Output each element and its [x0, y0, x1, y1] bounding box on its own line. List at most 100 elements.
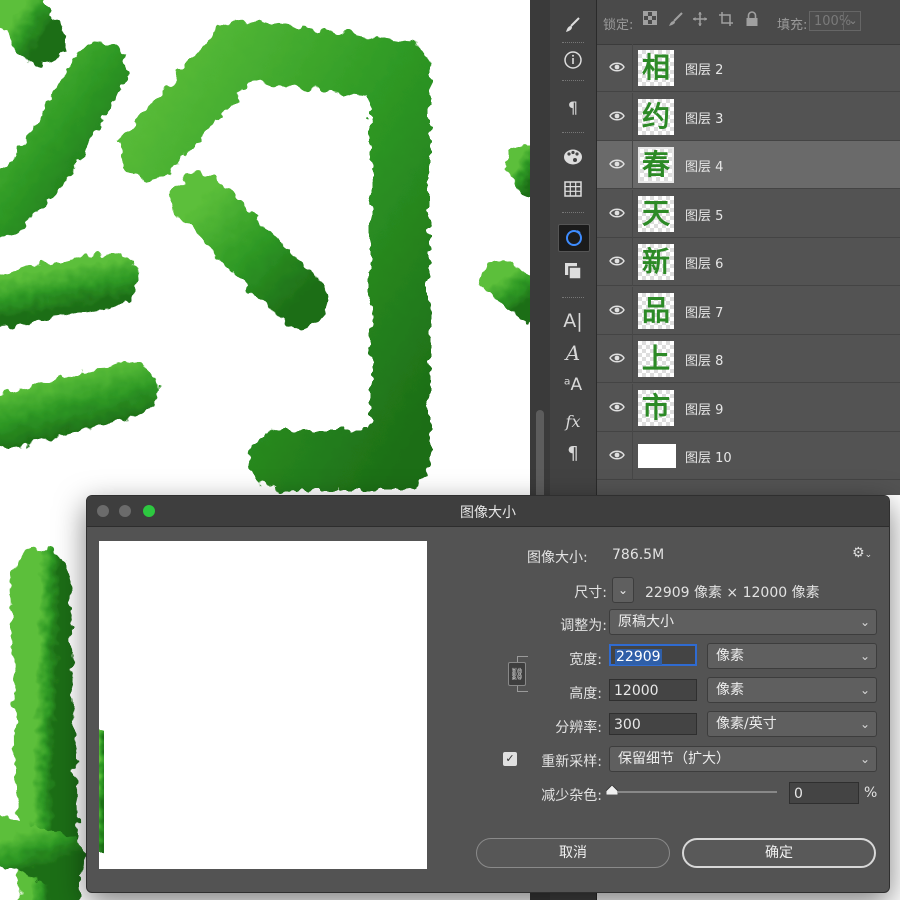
width-input[interactable]: 22909: [609, 644, 697, 666]
fill-dropdown-chevron-icon[interactable]: ⌄: [843, 12, 862, 30]
swatches-palette-icon[interactable]: [558, 144, 588, 170]
fit-to-label: 调整为:: [560, 618, 607, 634]
resolution-value: 300: [614, 717, 641, 733]
panel-grip[interactable]: [562, 80, 584, 83]
layer-thumbnail[interactable]: 上: [638, 341, 674, 377]
info-icon[interactable]: [558, 47, 588, 73]
fill-label: 填充:: [777, 18, 808, 33]
cancel-button[interactable]: 取消: [476, 838, 670, 868]
resample-label: 重新采样:: [541, 754, 602, 770]
panel-grip[interactable]: [562, 42, 584, 45]
layer-name[interactable]: 图层 7: [685, 302, 723, 321]
visibility-eye-icon[interactable]: [609, 351, 625, 365]
layers-panel: 锁定: 填充: 100% ⌄ 相图层 2 约图层 3 春图层 4 天图层 5 新图层 6…: [597, 0, 900, 495]
ok-button[interactable]: 确定: [682, 838, 876, 868]
visibility-eye-icon[interactable]: [609, 206, 625, 220]
layer-thumbnail[interactable]: 约: [638, 98, 674, 135]
layer-name[interactable]: 图层 3: [685, 108, 723, 127]
resolution-unit-value: 像素/英寸: [716, 716, 777, 732]
panel-grip[interactable]: [562, 212, 584, 215]
layer-name[interactable]: 图层 10: [685, 447, 732, 466]
height-value: 12000: [614, 683, 659, 699]
layer-row[interactable]: 新图层 6: [597, 238, 900, 286]
dimensions-unit-dropdown[interactable]: ⌄: [612, 577, 634, 603]
height-input[interactable]: 12000: [609, 679, 697, 701]
layer-name[interactable]: 图层 6: [685, 253, 723, 272]
layer-name[interactable]: 图层 2: [685, 59, 723, 78]
height-label: 高度:: [569, 686, 602, 702]
image-size-dialog: 图像大小 图像大小: 786.5M ⚙⌄ 尺寸: ⌄ 22909 像素 × 12…: [86, 495, 890, 893]
paragraph-styles-icon[interactable]: ¶: [558, 94, 588, 120]
visibility-eye-icon[interactable]: [609, 448, 625, 462]
layer-row[interactable]: 品图层 7: [597, 286, 900, 335]
layer-row[interactable]: 约图层 3: [597, 92, 900, 141]
settings-gear-icon[interactable]: ⚙⌄: [852, 545, 872, 561]
layer-row[interactable]: 上图层 8: [597, 335, 900, 383]
visibility-eye-icon[interactable]: [609, 303, 625, 317]
grid-table-icon[interactable]: [558, 176, 588, 202]
resolution-label: 分辨率:: [555, 720, 602, 736]
chevron-down-icon: ⌄: [859, 752, 870, 766]
lock-transparent-pixels-icon[interactable]: [641, 11, 659, 29]
lock-label: 锁定:: [603, 18, 634, 33]
constrain-proportions-link-icon[interactable]: ⛓: [508, 662, 526, 686]
brush-icon[interactable]: [558, 12, 588, 38]
panel-grip[interactable]: [562, 297, 584, 300]
fit-to-dropdown[interactable]: 原稿大小 ⌄: [609, 609, 877, 635]
character-icon[interactable]: A|: [558, 308, 588, 334]
height-unit-value: 像素: [716, 682, 744, 698]
resolution-unit-dropdown[interactable]: 像素/英寸 ⌄: [707, 711, 877, 737]
scrollbar-thumb[interactable]: [536, 410, 544, 500]
lock-all-icon[interactable]: [743, 11, 761, 29]
layer-row[interactable]: 市图层 9: [597, 383, 900, 432]
layer-row[interactable]: 图层 10: [597, 432, 900, 480]
layer-thumbnail[interactable]: 天: [638, 195, 674, 232]
paragraph-icon[interactable]: ¶: [558, 440, 588, 466]
image-preview[interactable]: [99, 541, 427, 869]
layer-thumbnail[interactable]: 春: [638, 147, 674, 183]
dialog-titlebar[interactable]: 图像大小: [87, 496, 889, 527]
width-label: 宽度:: [569, 652, 602, 668]
layer-name[interactable]: 图层 8: [685, 350, 723, 369]
layer-row[interactable]: 天图层 5: [597, 189, 900, 238]
lock-image-pixels-icon[interactable]: [667, 11, 685, 29]
layer-thumbnail[interactable]: 市: [638, 389, 674, 426]
adjustments-icon[interactable]: [558, 224, 590, 252]
lock-position-icon[interactable]: [691, 11, 709, 29]
layer-row-divider: [632, 432, 633, 480]
fit-to-value: 原稿大小: [618, 614, 674, 630]
visibility-eye-icon[interactable]: [609, 109, 625, 123]
layer-row[interactable]: 相图层 2: [597, 44, 900, 92]
layer-name[interactable]: 图层 9: [685, 399, 723, 418]
reduce-noise-label: 减少杂色:: [541, 788, 602, 804]
effects-fx-icon[interactable]: fx: [558, 408, 588, 434]
chevron-down-icon: ⌄: [859, 717, 870, 731]
visibility-eye-icon[interactable]: [609, 157, 625, 171]
resample-checkbox[interactable]: ✓: [503, 752, 517, 766]
layer-name[interactable]: 图层 4: [685, 156, 723, 175]
resolution-input[interactable]: 300: [609, 713, 697, 735]
reduce-noise-slider-knob[interactable]: [606, 785, 618, 795]
reduce-noise-slider[interactable]: [609, 791, 777, 793]
reduce-noise-input[interactable]: 0: [789, 782, 859, 804]
height-unit-dropdown[interactable]: 像素 ⌄: [707, 677, 877, 703]
visibility-eye-icon[interactable]: [609, 60, 625, 74]
character-styles-icon[interactable]: ᵃA: [558, 372, 588, 398]
layer-thumbnail[interactable]: [638, 444, 676, 468]
glyphs-icon[interactable]: A: [558, 340, 588, 366]
layers-panel-icon[interactable]: [558, 258, 588, 284]
layer-thumbnail[interactable]: 品: [638, 292, 674, 329]
panel-grip[interactable]: [562, 132, 584, 135]
layer-row[interactable]: 春图层 4: [597, 141, 900, 189]
reduce-noise-unit: %: [864, 785, 878, 801]
layer-name[interactable]: 图层 5: [685, 205, 723, 224]
preview-leaf-artwork: [99, 729, 115, 853]
image-size-value: 786.5M: [612, 547, 665, 563]
visibility-eye-icon[interactable]: [609, 254, 625, 268]
visibility-eye-icon[interactable]: [609, 400, 625, 414]
width-unit-dropdown[interactable]: 像素 ⌄: [707, 643, 877, 669]
resample-method-dropdown[interactable]: 保留细节（扩大） ⌄: [609, 746, 877, 772]
layer-thumbnail[interactable]: 相: [638, 50, 674, 86]
lock-artboard-icon[interactable]: [717, 11, 735, 29]
layer-thumbnail[interactable]: 新: [638, 244, 674, 280]
